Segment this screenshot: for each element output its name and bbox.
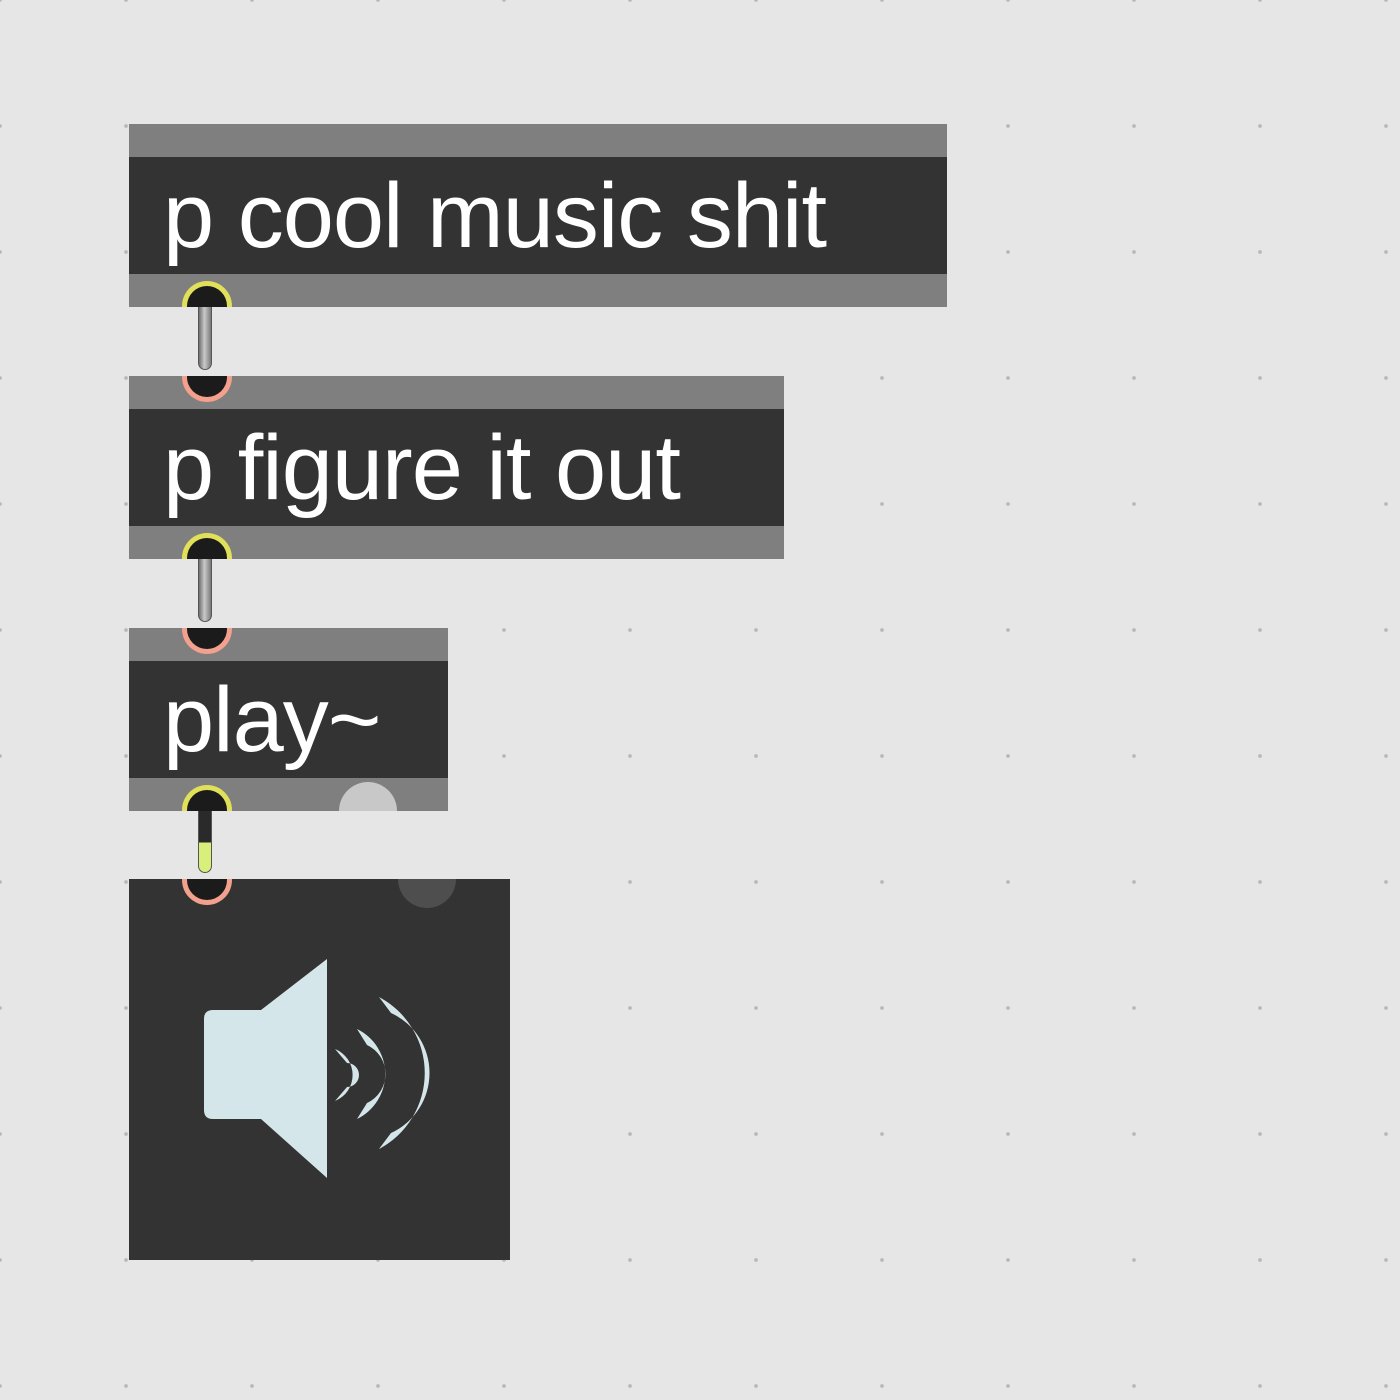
object-p-figure-it-out[interactable]: p figure it out [129, 376, 784, 559]
object-play[interactable]: play~ [129, 628, 448, 811]
object-label: p cool music shit [163, 165, 827, 267]
ezdac-speaker-button[interactable] [129, 879, 510, 1260]
patcher-canvas[interactable]: p cool music shit p figure it out play~ [0, 0, 1400, 1400]
object-border-bottom [129, 274, 947, 307]
object-border-top [129, 124, 947, 157]
object-border-top [129, 628, 448, 661]
patch-cord[interactable] [198, 552, 212, 622]
patch-cord[interactable] [198, 300, 212, 370]
object-label: play~ [163, 669, 381, 771]
speaker-icon [204, 959, 430, 1178]
object-label: p figure it out [163, 417, 681, 519]
object-border-bottom [129, 778, 448, 811]
object-p-cool-music-shit[interactable]: p cool music shit [129, 124, 947, 307]
signal-patch-cord[interactable] [198, 805, 212, 873]
